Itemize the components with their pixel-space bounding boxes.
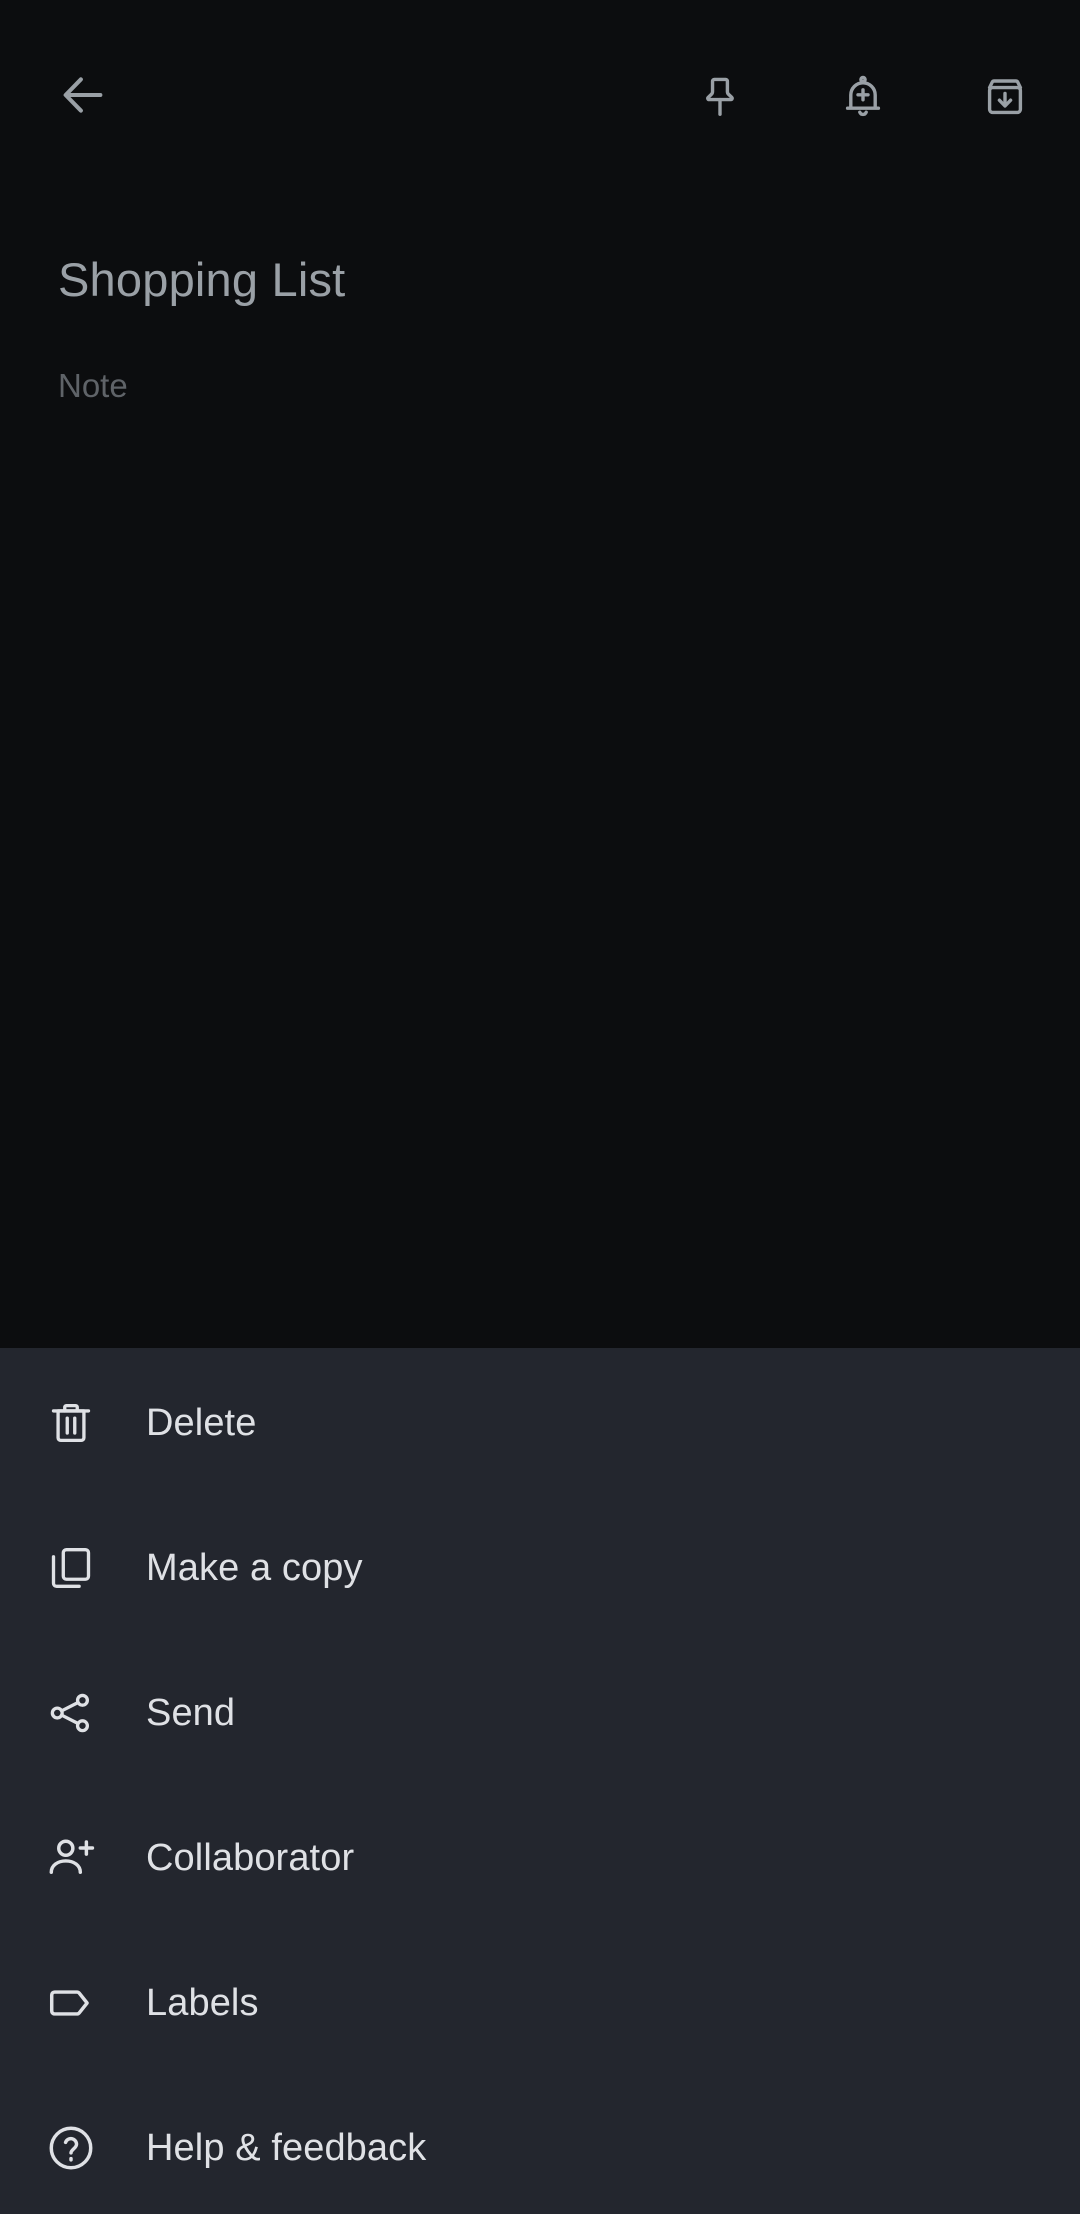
share-icon — [36, 1678, 106, 1748]
app-bar — [0, 0, 1080, 194]
menu-item-label: Make a copy — [146, 1546, 363, 1589]
reminder-button[interactable] — [817, 51, 909, 143]
arrow-left-icon — [57, 69, 109, 121]
help-circle-icon — [36, 2113, 106, 2183]
archive-button[interactable] — [959, 51, 1051, 143]
note-title[interactable]: Shopping List — [58, 252, 345, 308]
options-bottom-sheet: Delete Make a copy Send Collaborator Lab… — [0, 1348, 1080, 2214]
pin-note-button[interactable] — [674, 51, 766, 143]
menu-item-label: Collaborator — [146, 1836, 355, 1879]
menu-item-labels[interactable]: Labels — [0, 1930, 1080, 2075]
menu-item-delete[interactable]: Delete — [0, 1350, 1080, 1495]
menu-item-help-and-feedback[interactable]: Help & feedback — [0, 2075, 1080, 2214]
bell-plus-icon — [839, 73, 887, 121]
menu-item-collaborator[interactable]: Collaborator — [0, 1785, 1080, 1930]
note-content-area[interactable]: Shopping List Note — [0, 194, 1080, 1348]
trash-icon — [36, 1388, 106, 1458]
note-body-placeholder[interactable]: Note — [58, 366, 128, 406]
menu-item-make-a-copy[interactable]: Make a copy — [0, 1495, 1080, 1640]
tag-icon — [36, 1968, 106, 2038]
menu-item-label: Labels — [146, 1981, 259, 2024]
back-button[interactable] — [37, 49, 129, 141]
menu-item-label: Help & feedback — [146, 2126, 427, 2169]
pin-icon — [696, 73, 744, 121]
person-add-icon — [36, 1823, 106, 1893]
copy-icon — [36, 1533, 106, 1603]
menu-item-label: Delete — [146, 1401, 257, 1444]
menu-item-label: Send — [146, 1691, 236, 1734]
note-editor-screen: Shopping List Note Delete Make a copy Se… — [0, 0, 1080, 2214]
archive-down-icon — [981, 73, 1029, 121]
menu-item-send[interactable]: Send — [0, 1640, 1080, 1785]
